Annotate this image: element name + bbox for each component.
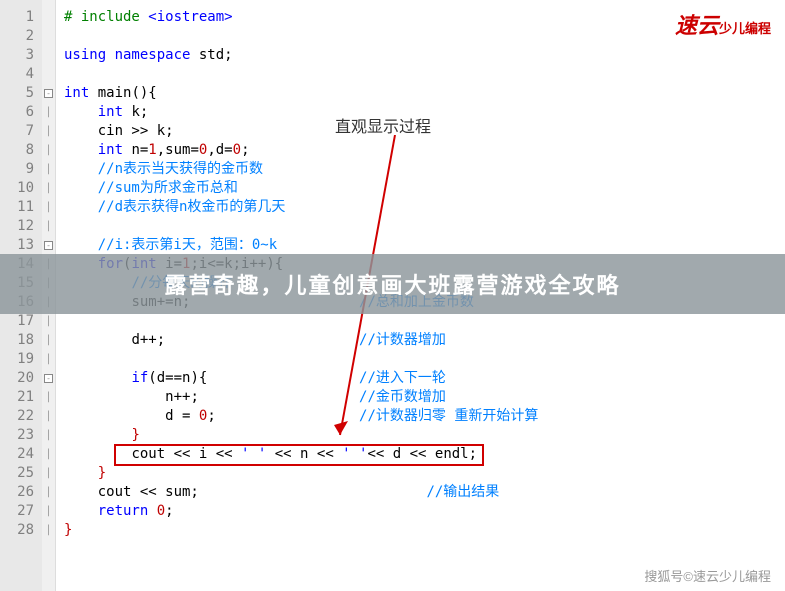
code-line: d = 0; //计数器归零 重新开始计算: [64, 407, 785, 426]
code-line: }: [64, 426, 785, 445]
fold-toggle-icon[interactable]: -: [44, 374, 53, 383]
code-line: //i:表示第i天，范围：0~k: [64, 236, 785, 255]
code-line: }: [64, 521, 785, 540]
code-line: //n表示当天获得的金币数: [64, 160, 785, 179]
code-line: //d表示获得n枚金币的第几天: [64, 198, 785, 217]
annotation-text: 直观显示过程: [335, 113, 431, 137]
code-line: d++; //计数器增加: [64, 331, 785, 350]
watermark-text: 搜狐号©速云少儿编程: [644, 566, 771, 585]
highlight-box: [114, 444, 484, 466]
code-line: int main(){: [64, 84, 785, 103]
code-line: int n=1,sum=0,d=0;: [64, 141, 785, 160]
fold-toggle-icon[interactable]: -: [44, 89, 53, 98]
overlay-banner: 露营奇趣，儿童创意画大班露营游戏全攻略: [0, 254, 785, 314]
fold-toggle-icon[interactable]: -: [44, 241, 53, 250]
brand-logo: 速云少儿编程: [675, 8, 771, 40]
code-line: if(d==n){ //进入下一轮: [64, 369, 785, 388]
code-line: }: [64, 464, 785, 483]
code-line: //sum为所求金币总和: [64, 179, 785, 198]
code-line: n++; //金币数增加: [64, 388, 785, 407]
code-line: cout << sum; //输出结果: [64, 483, 785, 502]
code-line: using namespace std;: [64, 46, 785, 65]
code-line: return 0;: [64, 502, 785, 521]
